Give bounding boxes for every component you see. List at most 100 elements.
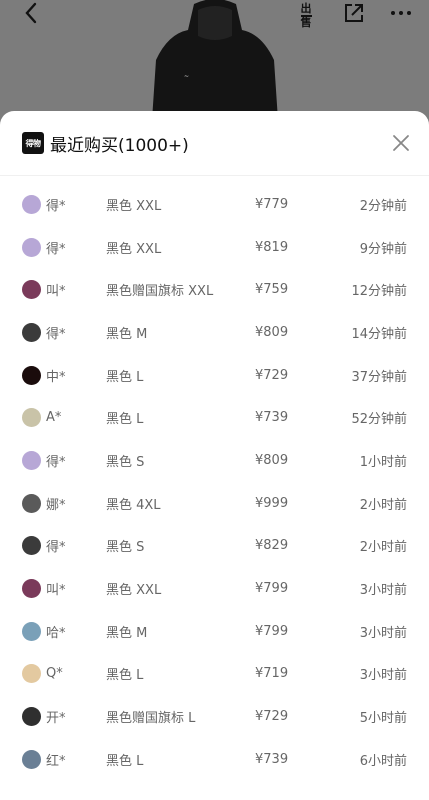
list-item: 得* 黑色 S ¥809 1小时前 <box>0 439 429 482</box>
back-button[interactable] <box>18 0 44 26</box>
spec-text: 黑色赠国旗标 L <box>106 711 196 727</box>
price-text: ¥779 <box>255 196 289 212</box>
user-name: 得* <box>46 540 66 556</box>
user-name: 得* <box>46 454 66 470</box>
time-text: 6小时前 <box>359 753 407 769</box>
share-icon <box>345 4 363 22</box>
price-text: ¥719 <box>255 666 289 682</box>
spec-text: 黑色 M <box>106 326 148 342</box>
user-name: 叫* <box>46 284 66 300</box>
user-name: 哈* <box>46 625 66 641</box>
time-text: 12分钟前 <box>351 284 407 300</box>
time-text: 2分钟前 <box>359 198 407 214</box>
list-item: 得* 黑色 XXL ¥779 2分钟前 <box>0 183 429 226</box>
product-jacket-image: ~ <box>150 0 280 120</box>
user-name: 叫* <box>46 583 66 599</box>
time-text: 52分钟前 <box>351 412 407 428</box>
dewu-logo-icon: 得物 <box>22 132 44 154</box>
time-text: 3小时前 <box>359 583 407 599</box>
purchase-list: 得* 黑色 XXL ¥779 2分钟前 得* 黑色 XXL ¥819 9分钟前 叫* 黑色赠国旗标… <box>0 183 429 781</box>
list-item: 娜* 黑色 4XL ¥999 2小时前 <box>0 482 429 525</box>
spec-text: 黑色 L <box>106 753 144 769</box>
avatar <box>22 237 41 257</box>
sell-label-top: 出 <box>300 1 312 17</box>
list-item: 得* 黑色 M ¥809 14分钟前 <box>0 311 429 354</box>
spec-text: 黑色 S <box>106 540 145 556</box>
list-item: 哈* 黑色 M ¥799 3小时前 <box>0 610 429 653</box>
avatar <box>22 579 41 599</box>
sell-icon: 出 售 <box>300 1 312 29</box>
sheet-header: 得物 最近购买(1000+) <box>0 111 429 176</box>
time-text: 9分钟前 <box>359 241 407 257</box>
sell-button[interactable]: 出 售 <box>292 2 320 28</box>
recent-purchases-sheet: 得物 最近购买(1000+) 得* 黑色 XXL ¥779 2分钟前 得* 黑色 XXL ¥… <box>0 111 429 800</box>
user-name: 得* <box>46 326 66 342</box>
spec-text: 黑色赠国旗标 XXL <box>106 284 214 300</box>
time-text: 2小时前 <box>359 540 407 556</box>
avatar <box>22 664 41 684</box>
avatar <box>22 194 41 214</box>
avatar <box>22 707 41 727</box>
time-text: 2小时前 <box>359 497 407 513</box>
spec-text: 黑色 L <box>106 668 144 684</box>
avatar <box>22 450 41 470</box>
user-name: 红* <box>46 753 66 769</box>
sheet-title: 最近购买(1000+) <box>50 135 189 156</box>
svg-text:~: ~ <box>184 73 189 80</box>
avatar <box>22 621 41 641</box>
avatar <box>22 322 41 342</box>
spec-text: 黑色 M <box>106 625 148 641</box>
user-name: 得* <box>46 241 66 257</box>
avatar <box>22 280 41 300</box>
price-text: ¥729 <box>255 367 289 383</box>
time-text: 5小时前 <box>359 711 407 727</box>
list-item: A* 黑色 L ¥739 52分钟前 <box>0 396 429 439</box>
user-name: 中* <box>46 369 66 385</box>
price-text: ¥809 <box>255 452 289 468</box>
close-button[interactable] <box>391 133 411 153</box>
user-name: 开* <box>46 711 66 727</box>
price-text: ¥729 <box>255 709 289 725</box>
more-button[interactable] <box>387 0 415 26</box>
sell-label-bottom: 售 <box>300 15 312 29</box>
spec-text: 黑色 4XL <box>106 497 161 513</box>
price-text: ¥999 <box>255 495 289 511</box>
list-item: 红* 黑色 L ¥739 6小时前 <box>0 738 429 781</box>
price-text: ¥809 <box>255 324 289 340</box>
price-text: ¥759 <box>255 282 289 298</box>
price-text: ¥739 <box>255 410 289 426</box>
price-text: ¥829 <box>255 538 289 554</box>
avatar <box>22 749 41 769</box>
logo-text: 得物 <box>25 138 42 148</box>
avatar <box>22 493 41 513</box>
price-text: ¥799 <box>255 581 289 597</box>
user-name: Q* <box>46 666 63 682</box>
list-item: 得* 黑色 S ¥829 2小时前 <box>0 525 429 568</box>
time-text: 3小时前 <box>359 625 407 641</box>
more-dots-icon <box>391 11 411 15</box>
avatar <box>22 365 41 385</box>
list-item: 叫* 黑色 XXL ¥799 3小时前 <box>0 567 429 610</box>
avatar <box>22 408 41 428</box>
list-item: 开* 黑色赠国旗标 L ¥729 5小时前 <box>0 695 429 738</box>
spec-text: 黑色 XXL <box>106 241 162 257</box>
share-button[interactable] <box>341 0 367 26</box>
price-text: ¥819 <box>255 239 289 255</box>
price-text: ¥799 <box>255 623 289 639</box>
time-text: 37分钟前 <box>351 369 407 385</box>
user-name: 娜* <box>46 497 66 513</box>
time-text: 14分钟前 <box>351 326 407 342</box>
avatar <box>22 536 41 556</box>
list-item: 中* 黑色 L ¥729 37分钟前 <box>0 354 429 397</box>
list-item: 得* 黑色 XXL ¥819 9分钟前 <box>0 226 429 269</box>
time-text: 1小时前 <box>359 454 407 470</box>
close-icon <box>393 135 409 151</box>
spec-text: 黑色 L <box>106 412 144 428</box>
time-text: 3小时前 <box>359 668 407 684</box>
spec-text: 黑色 XXL <box>106 198 162 214</box>
user-name: 得* <box>46 198 66 214</box>
spec-text: 黑色 L <box>106 369 144 385</box>
list-item: Q* 黑色 L ¥719 3小时前 <box>0 653 429 696</box>
chevron-left-icon <box>25 2 37 24</box>
spec-text: 黑色 XXL <box>106 583 162 599</box>
